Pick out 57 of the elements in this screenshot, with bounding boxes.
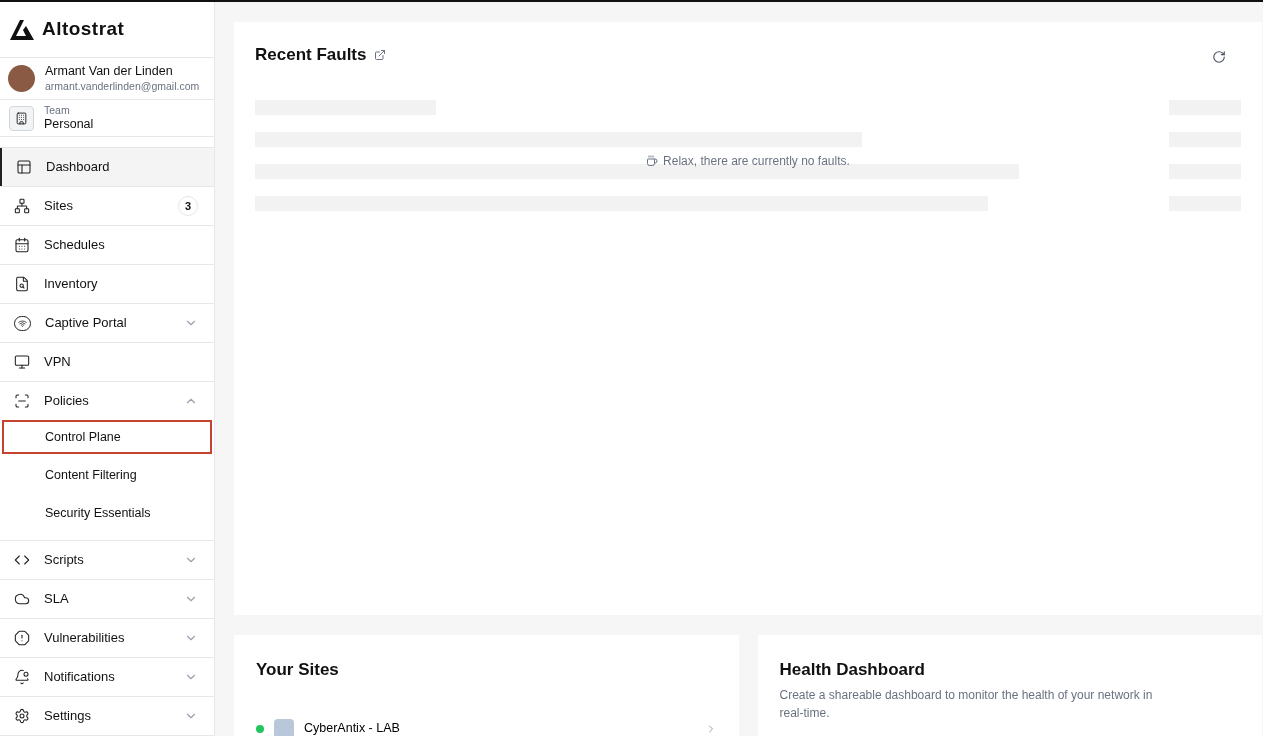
file-search-icon xyxy=(14,276,30,292)
nav-label: SLA xyxy=(44,590,70,609)
nav-item[interactable]: Dashboard xyxy=(0,148,214,186)
nav-label: Dashboard xyxy=(46,158,111,177)
user-email: armant.vanderlinden@gmail.com xyxy=(45,79,200,94)
octagon-alert-icon xyxy=(14,630,30,646)
external-link-icon[interactable] xyxy=(374,48,387,61)
nav-label: VPN xyxy=(44,353,72,372)
cup-icon xyxy=(646,155,659,167)
code-icon xyxy=(14,552,30,568)
nav-label: Captive Portal xyxy=(45,314,128,333)
card-title: Health Dashboard xyxy=(779,659,926,681)
site-name: CyberAntix - LAB xyxy=(304,720,401,736)
nav-item[interactable]: Schedules xyxy=(0,226,214,264)
team-label: Team xyxy=(44,103,71,117)
dashboard-icon xyxy=(16,159,32,175)
nav-item[interactable]: VPN xyxy=(0,343,214,381)
card-title: Recent Faults xyxy=(255,44,367,66)
nav-item[interactable]: Vulnerabilities xyxy=(0,619,214,657)
bell-icon xyxy=(14,669,30,685)
card-title: Your Sites xyxy=(256,659,340,681)
refresh-icon[interactable] xyxy=(1212,49,1226,64)
network-icon xyxy=(14,198,30,214)
nav-label: Notifications xyxy=(44,668,116,687)
nav-label: Policies xyxy=(44,392,90,411)
nav-label: Schedules xyxy=(44,236,106,255)
nav-label: Settings xyxy=(44,707,92,726)
empty-message: Relax, there are currently no faults. xyxy=(663,153,850,170)
nav-item[interactable]: Inventory xyxy=(0,265,214,303)
logo-icon xyxy=(10,19,34,40)
scan-icon xyxy=(14,393,30,409)
settings-icon xyxy=(14,708,30,724)
sub-nav-item[interactable]: Control Plane xyxy=(2,420,212,454)
site-icon xyxy=(274,718,294,736)
monitor-icon xyxy=(14,354,30,370)
cloud-icon xyxy=(14,591,30,607)
nav-item[interactable]: SLA xyxy=(0,580,214,618)
nav-label: Inventory xyxy=(44,275,99,294)
team-icon[interactable] xyxy=(9,105,34,131)
avatar xyxy=(8,65,35,93)
site-row[interactable]: CyberAntix - LAB xyxy=(256,718,717,736)
nav-item[interactable]: Settings xyxy=(0,697,214,735)
nav-item[interactable]: Scripts xyxy=(0,541,214,579)
nav-label: Scripts xyxy=(44,551,85,570)
card-description: Create a shareable dashboard to monitor the health of your network in real-time. xyxy=(779,686,1154,722)
nav-item[interactable]: Policies xyxy=(0,382,214,420)
brand-name: Altostrat xyxy=(42,17,125,42)
nav-label: Vulnerabilities xyxy=(44,629,126,648)
sub-nav-item[interactable]: Content Filtering xyxy=(2,458,212,492)
nav-item[interactable]: Captive Portal xyxy=(0,304,214,342)
nav-item[interactable]: Notifications xyxy=(0,658,214,696)
calendar-icon xyxy=(14,237,30,253)
sub-nav-item[interactable]: Security Essentials xyxy=(2,496,212,530)
nav-item[interactable]: Sites 3 xyxy=(0,187,214,225)
team-name[interactable]: Personal xyxy=(44,116,94,133)
user-name: Armant Van der Linden xyxy=(45,64,174,80)
nav-label: Sites xyxy=(44,197,74,216)
